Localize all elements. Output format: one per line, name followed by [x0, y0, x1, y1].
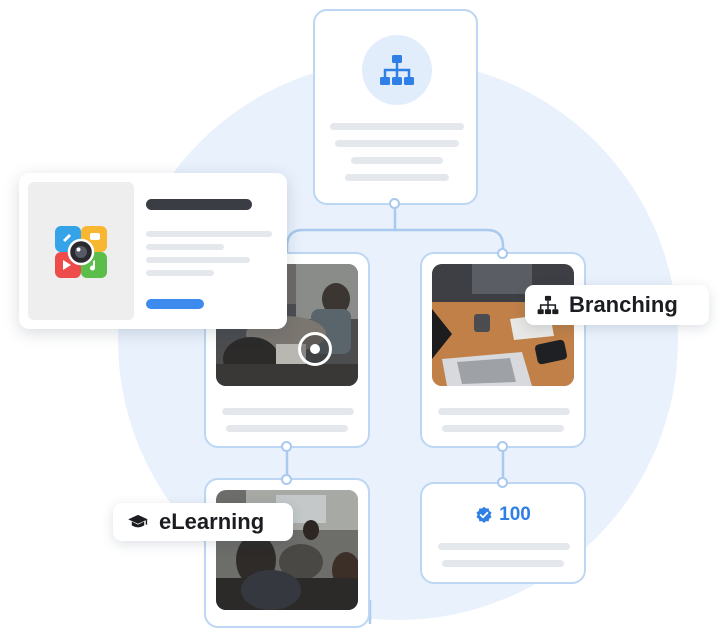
media-app-icon	[55, 226, 107, 278]
verified-badge-icon	[476, 506, 492, 523]
connector-dot	[281, 474, 292, 485]
placeholder-line	[442, 560, 564, 567]
branching-label-text: Branching	[569, 292, 678, 317]
popup-thumbnail	[28, 182, 134, 320]
connector-dot	[497, 441, 508, 452]
connector-dot	[497, 477, 508, 488]
media-popup-card[interactable]	[19, 173, 287, 329]
connector-dot	[281, 441, 292, 452]
top-node-icon-circle	[362, 35, 432, 105]
branching-card[interactable]	[420, 252, 586, 448]
graduation-cap-icon	[128, 514, 148, 528]
top-node-card[interactable]	[313, 9, 478, 205]
score-card[interactable]: 100	[420, 482, 586, 584]
placeholder-line	[226, 425, 348, 432]
desk-laptop-photo	[432, 264, 574, 386]
popup-action-button[interactable]	[146, 299, 204, 309]
play-circle-icon[interactable]	[298, 332, 332, 366]
connector-dot	[497, 248, 508, 259]
placeholder-line	[438, 543, 570, 550]
connector-dot	[389, 198, 400, 209]
elearning-card[interactable]	[204, 478, 370, 628]
score-value: 100	[499, 504, 531, 525]
placeholder-line	[351, 157, 443, 164]
elearning-label: eLearning	[113, 503, 293, 541]
placeholder-line	[330, 123, 464, 130]
placeholder-line	[146, 244, 224, 250]
popup-title-bar	[146, 199, 252, 210]
placeholder-line	[442, 425, 564, 432]
placeholder-line	[438, 408, 570, 415]
score-row: 100	[422, 504, 584, 526]
placeholder-line	[222, 408, 354, 415]
elearning-label-text: eLearning	[159, 509, 265, 534]
placeholder-line	[146, 257, 250, 263]
sitemap-icon	[537, 295, 559, 315]
placeholder-line	[146, 270, 214, 276]
sitemap-icon	[380, 55, 414, 85]
placeholder-line	[335, 140, 459, 147]
placeholder-line	[345, 174, 449, 181]
branching-label: Branching	[525, 285, 709, 325]
placeholder-line	[146, 231, 272, 237]
